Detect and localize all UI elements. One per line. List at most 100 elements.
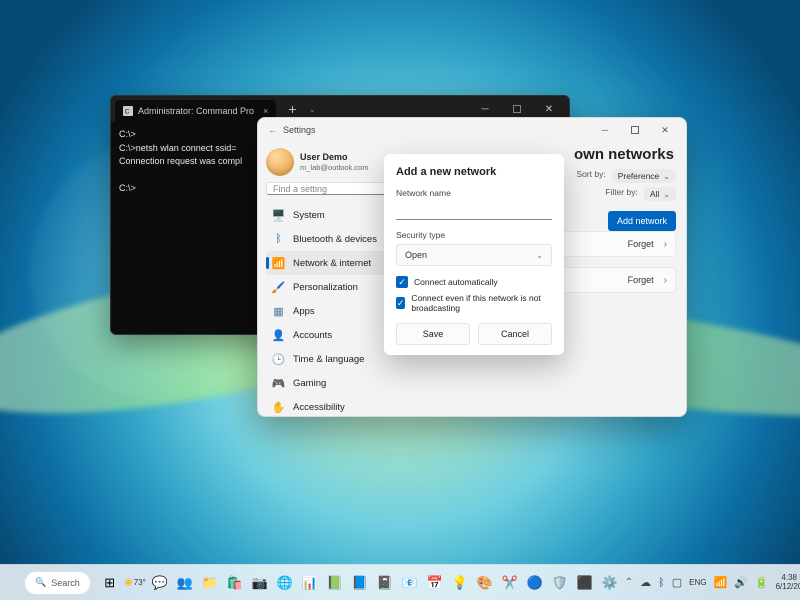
chevron-down-icon: ⌄ — [536, 251, 543, 260]
nav-label: Accounts — [293, 330, 332, 341]
security-type-label: Security type — [396, 230, 552, 240]
network-name-input[interactable] — [396, 202, 552, 220]
filter-dropdown[interactable]: All⌄ — [644, 187, 676, 201]
network-name-label: Network name — [396, 188, 552, 198]
checkbox-checked-icon: ✓ — [396, 276, 408, 288]
add-network-dialog: Add a new network Network name Security … — [384, 154, 564, 355]
sort-value: Preference — [618, 171, 660, 181]
volume-icon[interactable]: 🔊 — [734, 576, 748, 589]
nav-icon: 🎮 — [272, 377, 285, 390]
sidebar-item-gaming[interactable]: 🎮Gaming — [266, 371, 405, 395]
forget-button[interactable]: Forget — [628, 239, 654, 249]
nav-label: System — [293, 210, 325, 221]
date: 6/12/2023 — [776, 583, 800, 592]
chevron-down-icon: ⌄ — [663, 190, 670, 199]
cancel-button[interactable]: Cancel — [478, 323, 552, 345]
checkbox-label: Connect automatically — [414, 277, 498, 287]
connect-hidden-checkbox[interactable]: ✓ Connect even if this network is not br… — [396, 293, 552, 313]
settings-taskbar-icon[interactable]: ⚙️ — [599, 572, 621, 594]
checkbox-checked-icon: ✓ — [396, 297, 405, 309]
battery-icon[interactable]: 🔋 — [755, 576, 769, 589]
security-value: Open — [405, 250, 427, 260]
settings-title: Settings — [283, 125, 316, 135]
svg-text:C: C — [125, 109, 130, 116]
terminal-taskbar-icon[interactable]: ⬛ — [574, 572, 596, 594]
new-tab-button[interactable]: + — [280, 101, 304, 117]
terminal-line: Connection request was compl — [119, 156, 242, 166]
app-icon[interactable]: 📧 — [399, 572, 421, 594]
chevron-down-icon: ⌄ — [663, 172, 670, 181]
back-icon[interactable]: ← — [268, 125, 277, 135]
app-icon[interactable]: 🎨 — [474, 572, 496, 594]
start-button[interactable] — [8, 570, 20, 596]
filter-label: Filter by: — [605, 187, 638, 201]
chevron-right-icon: › — [664, 239, 667, 250]
app-icon[interactable]: 📗 — [324, 572, 346, 594]
sort-label: Sort by: — [576, 169, 605, 183]
connect-auto-checkbox[interactable]: ✓ Connect automatically — [396, 276, 552, 288]
app-icon[interactable]: 💬 — [149, 572, 171, 594]
app-icon[interactable]: ✂️ — [499, 572, 521, 594]
settings-titlebar[interactable]: ← Settings ─ ✕ — [258, 118, 686, 142]
terminal-line: C:\> — [119, 129, 136, 139]
search-placeholder: Find a setting — [273, 184, 327, 194]
app-icon[interactable]: 📊 — [299, 572, 321, 594]
search-label: Search — [51, 578, 80, 588]
forget-button[interactable]: Forget — [628, 275, 654, 285]
taskbar-apps: ⊞ ☀️73° 💬 👥 📁 🛍️ 📷 🌐 📊 📗 📘 📓 📧 📅 💡 🎨 ✂️ … — [99, 572, 621, 594]
app-icon[interactable]: 🛡️ — [549, 572, 571, 594]
app-icon[interactable]: 📘 — [349, 572, 371, 594]
tab-dropdown-icon[interactable]: ⌄ — [309, 104, 317, 115]
chevron-right-icon: › — [664, 275, 667, 286]
task-view-icon[interactable]: ⊞ — [99, 572, 121, 594]
nav-label: Apps — [293, 306, 315, 317]
app-icon[interactable]: 📷 — [249, 572, 271, 594]
sort-dropdown[interactable]: Preference⌄ — [612, 169, 676, 183]
nav-label: Network & internet — [293, 258, 371, 269]
maximize-button[interactable] — [620, 118, 650, 142]
cast-icon[interactable]: ▢ — [672, 576, 682, 589]
minimize-button[interactable]: ─ — [590, 118, 620, 142]
nav-icon: 🖌️ — [272, 281, 285, 294]
app-icon[interactable]: 📅 — [424, 572, 446, 594]
onedrive-icon[interactable]: ☁ — [640, 576, 651, 589]
close-button[interactable]: ✕ — [650, 118, 680, 142]
app-icon[interactable]: 👥 — [174, 572, 196, 594]
terminal-line: C:\> — [119, 183, 136, 193]
app-icon[interactable]: 💡 — [449, 572, 471, 594]
user-name: User Demo — [300, 152, 368, 162]
terminal-icon: C — [123, 106, 133, 116]
close-icon[interactable]: × — [263, 106, 268, 116]
nav-label: Time & language — [293, 354, 364, 365]
file-explorer-icon[interactable]: 📁 — [199, 572, 221, 594]
nav-icon: ▦ — [272, 305, 285, 318]
nav-icon: 🖥️ — [272, 209, 285, 222]
nav-label: Personalization — [293, 282, 358, 293]
network-icon[interactable]: 📶 — [714, 576, 728, 589]
terminal-tab[interactable]: C Administrator: Command Pro × — [115, 100, 276, 122]
app-icon[interactable]: 🛍️ — [224, 572, 246, 594]
clock[interactable]: 4:38 PM 6/12/2023 — [776, 574, 800, 592]
bluetooth-icon[interactable]: ᛒ — [658, 577, 665, 589]
dialog-title: Add a new network — [396, 166, 552, 178]
checkbox-label: Connect even if this network is not broa… — [411, 293, 552, 313]
save-button[interactable]: Save — [396, 323, 470, 345]
security-type-select[interactable]: Open ⌄ — [396, 244, 552, 266]
taskbar-search[interactable]: 🔍 Search — [24, 571, 91, 595]
terminal-tab-title: Administrator: Command Pro — [138, 106, 254, 116]
nav-icon: ᛒ — [272, 233, 285, 246]
nav-icon: 📶 — [272, 257, 285, 270]
avatar — [266, 148, 294, 176]
nav-icon: 👤 — [272, 329, 285, 342]
add-network-button[interactable]: Add network — [608, 211, 676, 231]
app-icon[interactable]: 🔵 — [524, 572, 546, 594]
tray-overflow-icon[interactable]: ⌃ — [625, 577, 633, 588]
nav-label: Bluetooth & devices — [293, 234, 377, 245]
weather-widget[interactable]: ☀️73° — [124, 572, 146, 594]
weather-temp: 73° — [134, 579, 146, 587]
sidebar-item-accessibility[interactable]: ✋Accessibility — [266, 395, 405, 417]
language-indicator[interactable]: ENG — [689, 578, 706, 587]
edge-icon[interactable]: 🌐 — [274, 572, 296, 594]
app-icon[interactable]: 📓 — [374, 572, 396, 594]
system-tray: ⌃ ☁ ᛒ ▢ ENG 📶 🔊 🔋 4:38 PM 6/12/2023 — [625, 574, 800, 592]
